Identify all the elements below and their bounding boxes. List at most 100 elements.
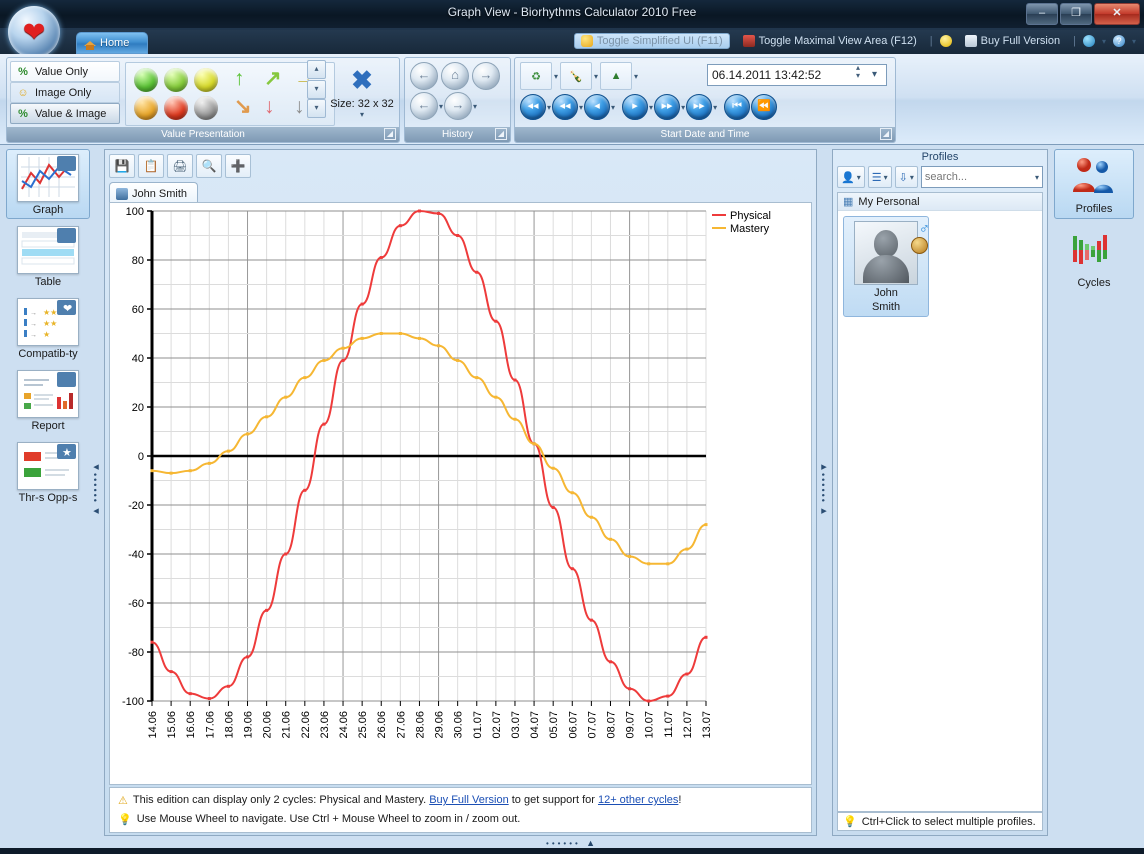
history-back-dropdown-button[interactable]: ←	[410, 92, 438, 120]
help-caret-icon[interactable]: ▾	[1132, 37, 1136, 46]
preset-today-button[interactable]: ♻	[520, 62, 552, 90]
preset-birthday-button[interactable]: 🍾	[560, 62, 593, 90]
start-date-spin-down[interactable]: ▾	[856, 72, 860, 80]
start-date-dropdown-icon[interactable]: ▾	[872, 69, 877, 80]
add-icon[interactable]: ➕	[225, 154, 251, 178]
left-panel-splitter[interactable]: ◂ •••••• ◂	[90, 460, 102, 550]
right-splitter-grip[interactable]: ••••••	[818, 473, 828, 504]
toggle-maximal-view-button[interactable]: Toggle Maximal View Area (F12)	[737, 34, 923, 48]
sidebar-item-table[interactable]: Table	[6, 221, 90, 291]
preset-holiday-button[interactable]: ▲	[600, 62, 633, 90]
ball-light-green[interactable]	[164, 68, 188, 92]
right-splitter-collapse-arrow-icon-2[interactable]: ▸	[818, 504, 830, 517]
nav-reset-button[interactable]: ⏪	[751, 94, 778, 120]
left-splitter-collapse-arrow-icon[interactable]: ◂	[90, 460, 102, 473]
other-cycles-link[interactable]: 12+ other cycles	[598, 794, 678, 806]
indicator-gallery[interactable]: ↑ ↗ → ↘ ↓ ↓	[125, 62, 335, 126]
nav-forward-fast-caret-icon[interactable]: ▾	[713, 103, 717, 112]
sidebar-item-profiles[interactable]: Profiles	[1054, 149, 1134, 219]
history-back-button[interactable]: ←	[410, 62, 438, 90]
ball-red[interactable]	[164, 96, 188, 120]
buy-full-version-button[interactable]: Buy Full Version	[959, 34, 1066, 48]
start-date-dialog-launcher[interactable]: ◢	[880, 128, 892, 140]
app-orb-button[interactable]: ❤	[8, 6, 60, 58]
sort-caret-icon[interactable]: ▾	[910, 173, 914, 182]
ball-green[interactable]	[134, 68, 158, 92]
sidebar-item-cycles[interactable]: Cycles	[1054, 223, 1134, 293]
nav-next-button[interactable]: ▸	[622, 94, 649, 120]
tab-home[interactable]: Home	[76, 32, 148, 54]
search-dropdown-icon[interactable]: ▾	[1035, 173, 1039, 182]
mode-value-and-image[interactable]: % Value & Image	[10, 103, 120, 124]
history-forward-caret-icon[interactable]: ▾	[473, 102, 477, 111]
preset-birthday-caret-icon[interactable]: ▾	[594, 72, 598, 81]
chart-canvas[interactable]: 100 80 60 40 20 0 -20 -40 -60 -80 -100 14.06 15.06 16…	[109, 202, 812, 785]
save-icon[interactable]: 💾	[109, 154, 135, 178]
arrow-up-icon[interactable]: ↑	[234, 68, 245, 89]
profiles-list[interactable]: ▦ My Personal ♂ John Smith	[837, 192, 1043, 812]
mode-value-only[interactable]: % Value Only	[10, 61, 120, 82]
gallery-scroll[interactable]: ▴ ▾ ▾	[307, 60, 326, 118]
nav-forward-button[interactable]: ▸▸	[654, 94, 681, 120]
sidebar-item-threats-opportunities[interactable]: ★ Thr-s Opp-s	[6, 437, 90, 507]
preset-holiday-caret-icon[interactable]: ▾	[634, 72, 638, 81]
history-forward-button[interactable]: →	[472, 62, 500, 90]
help-icon[interactable]: ?	[1112, 35, 1125, 47]
history-back-caret-icon[interactable]: ▾	[439, 102, 443, 111]
add-profile-button[interactable]: 👤 ▾	[837, 166, 865, 188]
nav-rewind-fast-caret-icon[interactable]: ▾	[547, 103, 551, 112]
history-dialog-launcher[interactable]: ◢	[495, 128, 507, 140]
ball-gray[interactable]	[194, 96, 218, 120]
minimize-button[interactable]: –	[1026, 3, 1058, 25]
arrow-down-icon[interactable]: ↓	[264, 96, 275, 117]
list-view-button[interactable]: ☰ ▾	[867, 166, 892, 188]
history-forward-dropdown-button[interactable]: →	[444, 92, 473, 120]
profile-group-my-personal[interactable]: ▦ My Personal	[838, 193, 1042, 211]
right-panel-splitter[interactable]: ▸ •••••• ▸	[818, 460, 830, 550]
ball-orange[interactable]	[134, 96, 158, 120]
sort-button[interactable]: ⇩ ▾	[894, 166, 918, 188]
maximize-button[interactable]: ❐	[1060, 3, 1092, 25]
nav-previous-button[interactable]: ◂	[584, 94, 611, 120]
preset-today-caret-icon[interactable]: ▾	[554, 72, 558, 81]
sidebar-item-report[interactable]: Report	[6, 365, 90, 435]
size-control[interactable]: ✖ Size: 32 x 32 ▾	[329, 62, 395, 124]
print-icon[interactable]: 🖨	[167, 154, 193, 178]
left-splitter-collapse-arrow-icon-2[interactable]: ◂	[90, 504, 102, 517]
nav-forward-fast-button[interactable]: ▸▸	[686, 94, 713, 120]
gallery-more[interactable]: ▾	[307, 99, 326, 118]
add-profile-caret-icon[interactable]: ▾	[857, 173, 861, 182]
right-splitter-collapse-arrow-icon[interactable]: ▸	[818, 460, 830, 473]
copy-icon[interactable]: 📋	[138, 154, 164, 178]
buy-full-version-link[interactable]: Buy Full Version	[429, 794, 508, 806]
nav-rewind-button[interactable]: ◂◂	[552, 94, 579, 120]
globe-icon[interactable]	[1082, 35, 1095, 47]
nav-previous-caret-icon[interactable]: ▾	[611, 103, 615, 112]
search-input[interactable]: search... ▾	[920, 166, 1043, 188]
lightbulb-icon[interactable]	[939, 35, 952, 47]
print-preview-icon[interactable]: 🔍	[196, 154, 222, 178]
history-home-button[interactable]: ⌂	[441, 62, 469, 90]
gallery-scroll-up[interactable]: ▴	[307, 60, 326, 79]
ball-yellow[interactable]	[194, 68, 218, 92]
bottom-splitter-grip[interactable]: ••••••	[546, 839, 581, 848]
arrow-down-right-icon[interactable]: ↘	[234, 96, 252, 117]
document-tab-john-smith[interactable]: John Smith	[109, 182, 199, 204]
size-caret-icon[interactable]: ▾	[329, 110, 395, 119]
sidebar-item-graph[interactable]: Graph	[6, 149, 90, 219]
nav-next-caret-icon[interactable]: ▾	[649, 103, 653, 112]
sidebar-item-compatibility[interactable]: → → → ★★★ ★★ ★ ❤ Compatib-ty	[6, 293, 90, 363]
bottom-splitter-arrow-icon[interactable]: ▲	[586, 838, 598, 848]
left-splitter-grip[interactable]: ••••••	[90, 473, 100, 504]
nav-rewind-fast-button[interactable]: ◂◂	[520, 94, 546, 120]
gallery-scroll-down[interactable]: ▾	[307, 79, 326, 99]
mode-image-only[interactable]: ☺ Image Only	[10, 82, 120, 103]
close-button[interactable]: ✕	[1094, 3, 1140, 25]
nav-first-button[interactable]: ⏮	[724, 94, 751, 120]
toggle-simplified-ui-button[interactable]: Toggle Simplified UI (F11)	[573, 33, 730, 49]
arrow-down-gray-icon[interactable]: ↓	[294, 96, 305, 117]
arrow-up-right-icon[interactable]: ↗	[264, 68, 282, 89]
bottom-splitter[interactable]: •••••• ▲	[0, 838, 1144, 848]
globe-caret-icon[interactable]: ▾	[1102, 37, 1106, 46]
list-view-caret-icon[interactable]: ▾	[884, 173, 888, 182]
